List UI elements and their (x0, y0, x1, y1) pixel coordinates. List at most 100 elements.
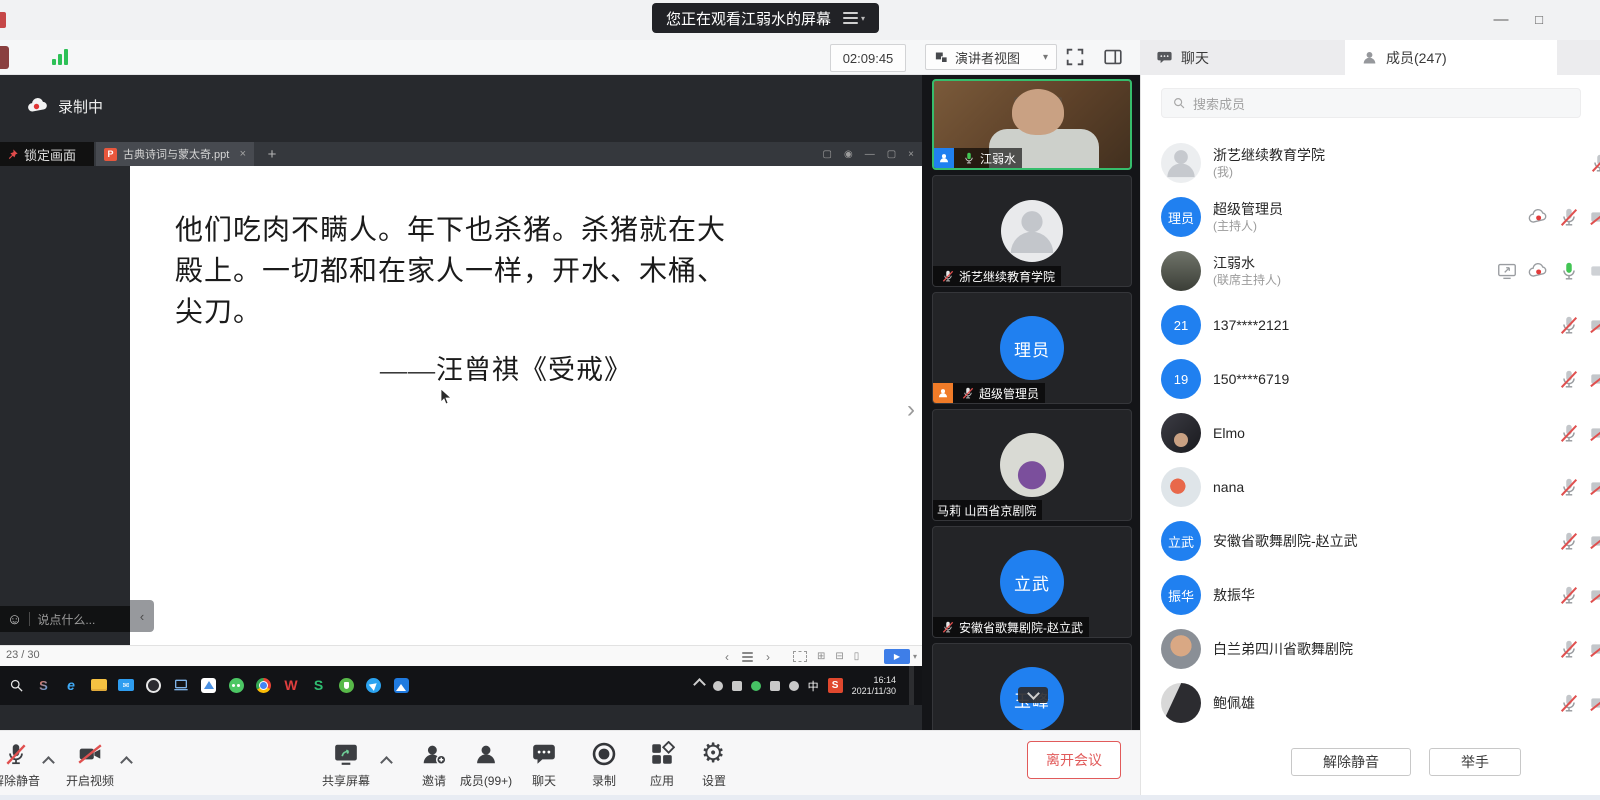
member-row[interactable]: 浙艺继续教育学院 (我) (1141, 136, 1600, 190)
wechat-taskbar-icon[interactable] (227, 676, 245, 694)
toolbar-members-button[interactable]: 成员(99+) (456, 741, 516, 791)
member-row[interactable]: 振华 敖振华 (1141, 568, 1600, 622)
member-row[interactable]: 白兰弟四川省歌舞剧院 (1141, 622, 1600, 676)
member-list[interactable]: 浙艺继续教育学院 (我) 理员 超级管理员 (主持人) 江弱水 (联席主持人) … (1141, 136, 1600, 742)
toolbar-settings-button[interactable]: ⚙设置 (684, 741, 744, 791)
mail-taskbar-icon[interactable]: ✉ (117, 676, 135, 694)
emoji-icon[interactable]: ☺ (7, 611, 22, 628)
side-panel-toggle-button[interactable] (1102, 46, 1124, 68)
reader-view-icon[interactable]: ▯ (854, 651, 860, 662)
screen-chat-input[interactable]: ☺ 说点什么... (0, 606, 130, 632)
wps-taskbar-icon[interactable]: W (282, 676, 300, 694)
maximize-button[interactable]: □ (1526, 8, 1552, 30)
annotate-icon[interactable] (793, 651, 807, 662)
plane-taskbar-icon[interactable] (365, 676, 383, 694)
raise-hand-button[interactable]: 举手 (1429, 748, 1521, 776)
explorer-taskbar-icon[interactable] (90, 676, 108, 694)
slide-list-icon[interactable] (742, 650, 753, 664)
chat-bubble-icon (1156, 49, 1173, 66)
member-row[interactable]: Elmo (1141, 406, 1600, 460)
tile-label: 浙艺继续教育学院 (933, 266, 1061, 286)
chevron-up-icon[interactable] (380, 756, 393, 769)
leave-meeting-button[interactable]: 离开会议 (1027, 741, 1121, 779)
banner-menu-button[interactable]: ▾ (843, 9, 865, 27)
show-desktop-button[interactable] (909, 666, 914, 705)
media-taskbar-icon[interactable] (145, 676, 163, 694)
camera-off-icon (1589, 692, 1600, 714)
member-row[interactable]: 19 150****6719 (1141, 352, 1600, 406)
video-tile[interactable]: 江弱水 (932, 79, 1132, 170)
toolbar-label: 聊天 (532, 772, 556, 789)
stream-taskbar-icon[interactable]: S (310, 676, 328, 694)
view-mode-dropdown[interactable]: 演讲者视图 ▾ (925, 44, 1057, 70)
toolbar-chat-button[interactable]: 聊天 (514, 741, 574, 791)
member-name: nana (1213, 478, 1244, 496)
maximize-icon: □ (1535, 12, 1543, 27)
toolbar-apps-button[interactable]: 应用 (632, 741, 692, 791)
tile-view-icon[interactable]: ⊟ (835, 651, 843, 662)
slide-tool-icons[interactable]: ⊞ ⊟ ▯ (793, 646, 859, 667)
security-shield-icon[interactable] (17, 45, 41, 69)
device-taskbar-icon[interactable] (172, 676, 190, 694)
video-tile[interactable]: 理员 超级管理员 (932, 292, 1132, 404)
video-tile[interactable]: 立武 安徽省歌舞剧院-赵立武 (932, 526, 1132, 638)
play-slideshow-button[interactable]: ▶ (884, 649, 910, 664)
wps-window-controls[interactable]: ▢ ◉ — ▢ × (823, 142, 918, 166)
member-row[interactable]: 立武 安徽省歌舞剧院-赵立武 (1141, 514, 1600, 568)
chrome-taskbar-icon[interactable] (255, 676, 273, 694)
fullscreen-button[interactable] (1064, 46, 1086, 68)
panel-collapse-handle[interactable]: › (901, 393, 921, 427)
slide-attribution: ——汪曾祺《受戒》 (380, 348, 632, 387)
video-tile[interactable]: 浙艺继续教育学院 (932, 175, 1132, 287)
minimize-button[interactable]: — (1488, 8, 1514, 30)
drive-taskbar-icon[interactable] (200, 676, 218, 694)
tile-label: 马莉 山西省京剧院 (933, 500, 1042, 520)
search-taskbar-icon[interactable] (7, 676, 25, 694)
apps-lg-icon (649, 741, 675, 767)
toolbar-share-button[interactable]: 共享屏幕 (316, 741, 376, 791)
toolbar-video-button[interactable]: 开启视频 (60, 741, 120, 791)
member-row[interactable]: nana (1141, 460, 1600, 514)
photos-taskbar-icon[interactable] (392, 676, 410, 694)
tab-members[interactable]: 成员(247) (1345, 40, 1557, 75)
member-row[interactable]: 鲍佩雄 (1141, 676, 1600, 730)
slide-nav-arrows[interactable]: ‹ › (725, 646, 770, 667)
member-row[interactable]: 理员 超级管理员 (主持人) (1141, 190, 1600, 244)
display-icon[interactable] (770, 681, 780, 691)
person-icon (1361, 49, 1378, 66)
document-tab[interactable]: P 古典诗词与蒙太奇.ppt × (96, 142, 254, 166)
network-icon[interactable] (789, 681, 799, 691)
toolbar-record-button[interactable]: 录制 (574, 741, 634, 791)
unmute-button[interactable]: 解除静音 (1291, 748, 1411, 776)
lock-view-button[interactable]: 锁定画面 (0, 142, 94, 166)
toolbar-invite-button[interactable]: 邀请 (404, 741, 464, 791)
usb-icon[interactable] (732, 681, 742, 691)
toolbar-label: 共享屏幕 (322, 772, 370, 789)
member-row[interactable]: 21 137****2121 (1141, 298, 1600, 352)
role-badge-icon (934, 148, 954, 168)
tray-expand-icon[interactable] (693, 678, 706, 691)
assistant-taskbar-icon[interactable]: S (35, 676, 53, 694)
chevron-up-icon[interactable] (120, 756, 133, 769)
ie-taskbar-icon[interactable]: e (62, 676, 80, 694)
next-slide-icon[interactable]: › (766, 650, 770, 664)
sogou-input-icon[interactable]: S (828, 678, 843, 693)
toolbar-unmute-button[interactable]: 解除静音 (0, 741, 46, 791)
close-icon[interactable]: × (240, 148, 246, 160)
video-tile[interactable]: 马莉 山西省京剧院 (932, 409, 1132, 521)
tiles-collapse-button[interactable] (1018, 687, 1048, 703)
chat-collapse-handle[interactable]: ‹ (130, 600, 154, 632)
tab-chat[interactable]: 聊天 (1140, 40, 1345, 75)
taskbar-clock[interactable]: 16:14 2021/11/30 (852, 675, 896, 697)
member-search-input[interactable]: 搜索成员 (1161, 88, 1581, 118)
notification-icon[interactable] (713, 681, 723, 691)
previous-slide-icon[interactable]: ‹ (725, 650, 729, 664)
green-status-icon[interactable] (751, 681, 761, 691)
member-row[interactable]: 江弱水 (联席主持人) (1141, 244, 1600, 298)
new-tab-button[interactable]: + (262, 142, 282, 166)
ime-indicator[interactable]: 中 (808, 678, 819, 694)
meeting-timer-value: 02:09:45 (843, 51, 894, 66)
shield-taskbar-icon[interactable] (337, 676, 355, 694)
network-signal-icon[interactable] (52, 49, 68, 65)
grid-view-icon[interactable]: ⊞ (817, 651, 825, 662)
